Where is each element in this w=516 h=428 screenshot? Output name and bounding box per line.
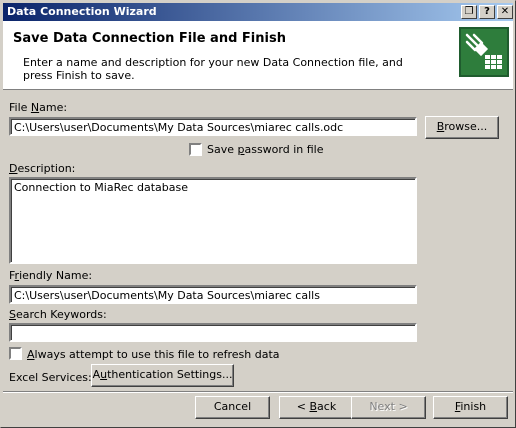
file-name-field[interactable]: C:\Users\user\Documents\My Data Sources\… bbox=[9, 117, 417, 136]
next-button[interactable]: Next > bbox=[351, 396, 426, 419]
friendly-name-field[interactable]: C:\Users\user\Documents\My Data Sources\… bbox=[9, 285, 417, 304]
save-password-label: Save password in file bbox=[207, 143, 324, 156]
footer-divider bbox=[3, 391, 513, 393]
data-connection-wizard-window: Data Connection Wizard ❐ ? ✕ Save Data C… bbox=[0, 0, 516, 428]
friendly-name-label: Friendly Name: bbox=[9, 269, 93, 282]
search-keywords-field[interactable] bbox=[9, 323, 417, 342]
finish-button[interactable]: Finish bbox=[433, 396, 508, 419]
save-password-checkbox[interactable] bbox=[189, 143, 202, 156]
search-keywords-label: Search Keywords: bbox=[9, 308, 107, 321]
authentication-settings-button[interactable]: Authentication Settings... bbox=[91, 364, 234, 387]
page-title: Save Data Connection File and Finish bbox=[13, 31, 286, 46]
browse-button[interactable]: Browse... bbox=[425, 116, 499, 139]
page-description: Enter a name and description for your ne… bbox=[23, 56, 403, 82]
back-button[interactable]: < Back bbox=[279, 396, 354, 419]
help-button[interactable]: ? bbox=[479, 5, 495, 19]
cancel-button[interactable]: Cancel bbox=[195, 396, 270, 419]
title-bar[interactable]: Data Connection Wizard ❐ ? ✕ bbox=[3, 3, 513, 21]
file-name-label: File Name: bbox=[9, 101, 68, 114]
description-label: Description: bbox=[9, 162, 76, 175]
wizard-header: Save Data Connection File and Finish Ent… bbox=[3, 21, 513, 90]
always-refresh-checkbox[interactable] bbox=[9, 347, 22, 360]
close-button[interactable]: ✕ bbox=[497, 5, 513, 19]
always-refresh-label: Always attempt to use this file to refre… bbox=[27, 348, 280, 361]
description-textarea[interactable]: Connection to MiaRec database bbox=[9, 177, 417, 264]
data-connection-icon bbox=[459, 27, 509, 77]
excel-services-label: Excel Services: bbox=[9, 371, 92, 384]
window-title: Data Connection Wizard bbox=[7, 5, 157, 18]
restore-icon[interactable]: ❐ bbox=[461, 5, 477, 19]
